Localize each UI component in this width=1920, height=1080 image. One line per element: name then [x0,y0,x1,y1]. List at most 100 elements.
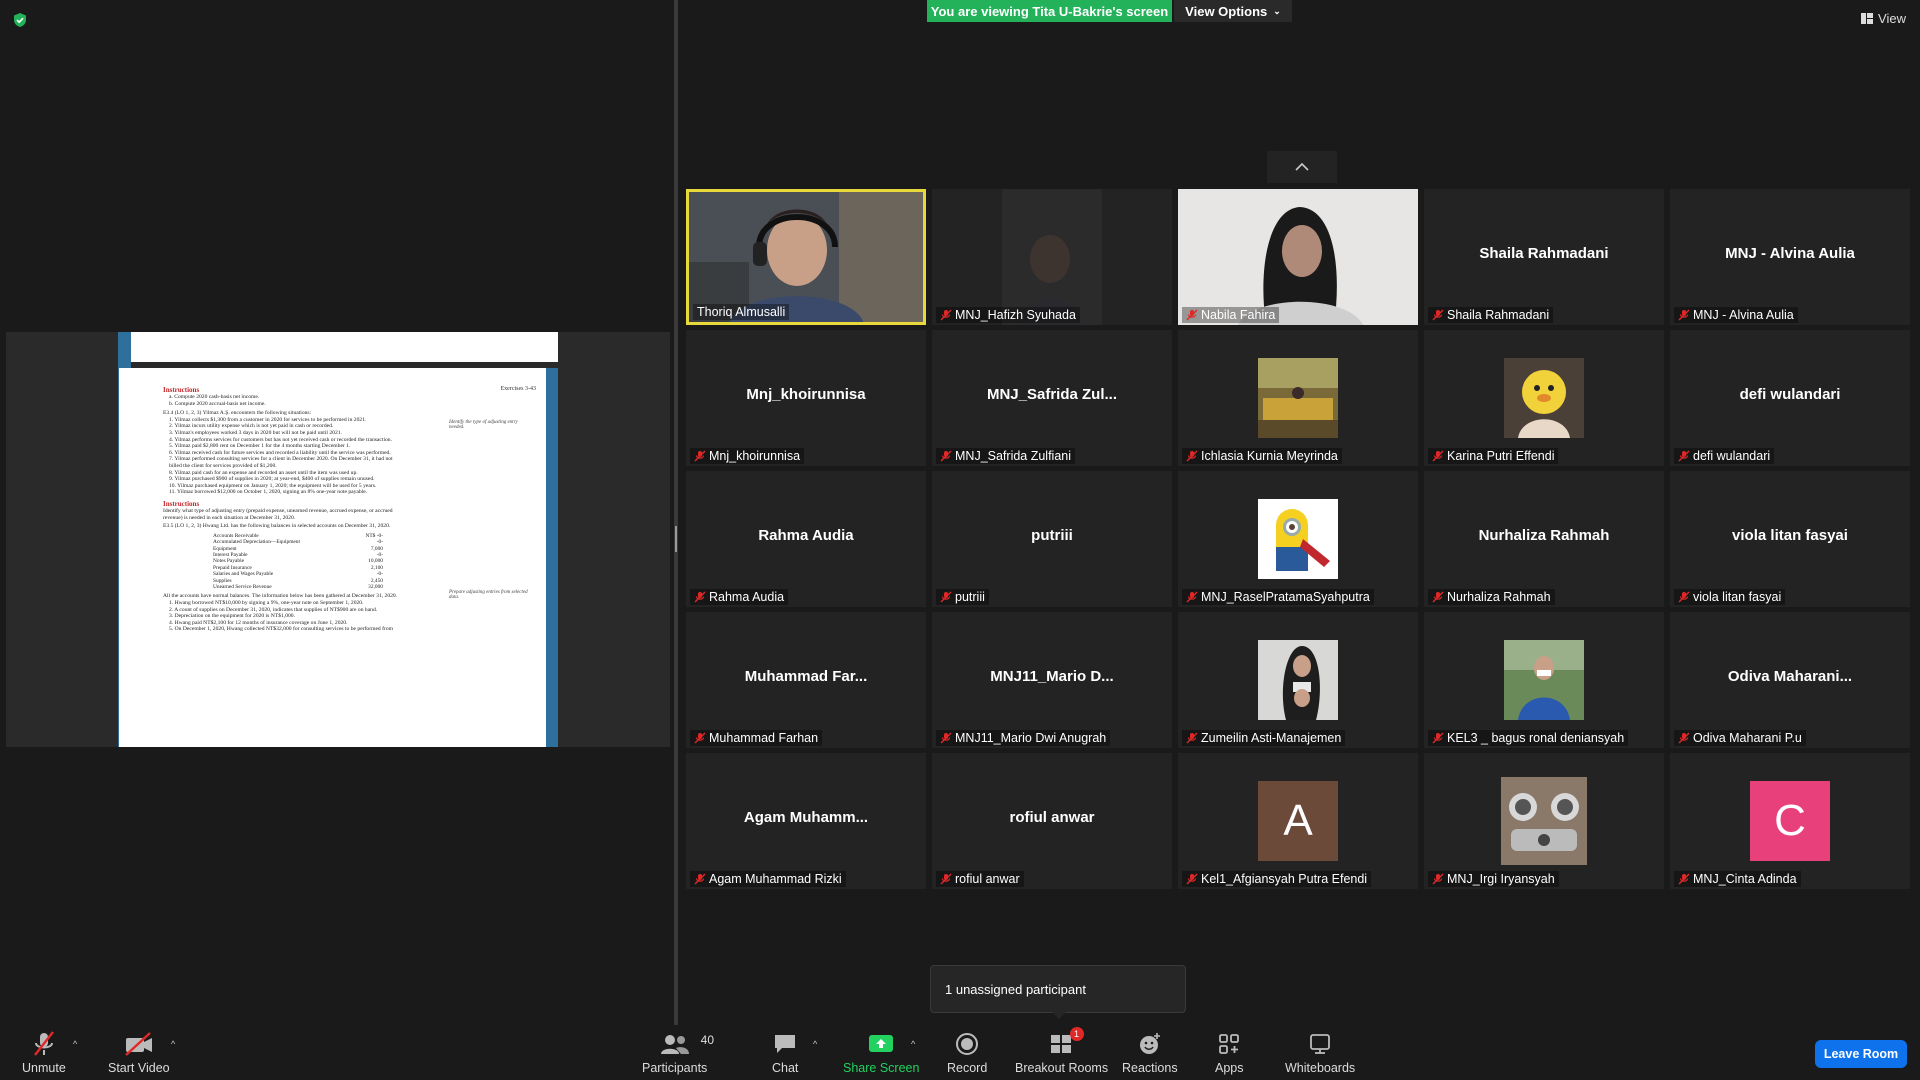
participant-tile[interactable]: Ichlasia Kurnia Meyrinda [1178,330,1418,466]
muted-mic-icon [31,1029,57,1059]
participant-photo [1258,358,1338,438]
start-video-button[interactable]: Start Video [108,1029,170,1075]
splitter-handle[interactable] [675,526,677,552]
participant-tile[interactable]: MNJ_Safrida Zul... MNJ_Safrida Zulfiani [932,330,1172,466]
participant-tile[interactable]: MNJ_Hafizh Syuhada [932,189,1172,325]
participant-name: Muhammad Farhan [709,731,819,745]
participant-name-label: viola litan fasyai [1674,589,1786,605]
participant-tile[interactable]: viola litan fasyai viola litan fasyai [1670,471,1910,607]
participant-tile[interactable]: Karina Putri Effendi [1424,330,1664,466]
participant-name: MNJ11_Mario Dwi Anugrah [955,731,1107,745]
participant-tile[interactable]: MNJ_Irgi Iryansyah [1424,753,1664,889]
participant-name: rofiul anwar [955,872,1020,886]
chat-button[interactable]: Chat [772,1029,798,1075]
tooltip-pointer [1052,1012,1066,1019]
pane-splitter[interactable] [674,0,678,1025]
participant-tile[interactable]: MNJ_RaselPratamaSyahputra [1178,471,1418,607]
document-line: Identify what type of adjusting entry (p… [163,507,393,514]
participant-tile[interactable]: MNJ - Alvina Aulia MNJ - Alvina Aulia [1670,189,1910,325]
chat-options-caret[interactable]: ^ [813,1039,817,1049]
participant-display-name: Odiva Maharani... [1727,668,1853,685]
participant-tile[interactable]: Rahma Audia Rahma Audia [686,471,926,607]
document-exercise-title: E3.4 (LO 1, 2, 3) Yilmaz A.Ş. encounters… [163,410,312,417]
participant-name-label: Zumeilin Asti-Manajemen [1182,730,1346,746]
participant-initial-avatar: C [1750,781,1830,861]
muted-mic-icon [1678,309,1690,321]
document-line: 10. Yilmaz purchased equipment on Januar… [169,482,377,489]
participant-tile[interactable]: Nurhaliza Rahmah Nurhaliza Rahmah [1424,471,1664,607]
view-options-button[interactable]: View Options ⌄ [1174,0,1292,22]
view-layout-button[interactable]: View [1861,11,1906,26]
participant-name: MNJ_Irgi Iryansyah [1447,872,1555,886]
participant-tile[interactable]: Mnj_khoirunnisa Mnj_khoirunnisa [686,330,926,466]
document-margin-note-2: Prepare adjusting entries from selected … [449,590,528,600]
unmute-button[interactable]: Unmute [22,1029,66,1075]
participant-name-label: MNJ - Alvina Aulia [1674,307,1798,323]
participant-name-label: MNJ_Safrida Zulfiani [936,448,1076,464]
document-line: 3. Depreciation on the equipment for 202… [169,613,295,620]
document-line: 1. Yilmaz collects $1,300 from a custome… [169,416,367,423]
muted-mic-icon [694,732,706,744]
participant-name-label: Ichlasia Kurnia Meyrinda [1182,448,1342,464]
participant-tile[interactable]: Odiva Maharani... Odiva Maharani P.u [1670,612,1910,748]
chevron-up-icon [1295,163,1309,171]
muted-mic-icon [1678,591,1690,603]
participants-button[interactable]: 40 Participants [642,1029,714,1075]
whiteboards-button[interactable]: Whiteboards [1285,1029,1355,1075]
video-off-icon [124,1029,154,1059]
participant-display-name: putriii [1031,527,1073,544]
participant-tile[interactable]: defi wulandari defi wulandari [1670,330,1910,466]
apps-icon [1218,1029,1240,1059]
participant-tile[interactable]: A Kel1_Afgiansyah Putra Efendi [1178,753,1418,889]
participant-display-name: MNJ_Safrida Zul... [986,386,1118,403]
reactions-label: Reactions [1122,1061,1178,1075]
shared-screen-pane[interactable]: Exercises 3-43 Instructions a. Compute 2… [6,332,670,747]
breakout-rooms-button[interactable]: 1 Breakout Rooms [1015,1027,1108,1075]
reactions-button[interactable]: Reactions [1122,1029,1178,1075]
participant-name-label: Agam Muhammad Rizki [690,871,846,887]
participant-display-name: Rahma Audia [758,527,854,544]
participant-name: Karina Putri Effendi [1447,449,1555,463]
participant-name-label: Muhammad Farhan [690,730,823,746]
participant-photo [1501,777,1587,865]
muted-mic-icon [694,591,706,603]
participant-tile[interactable]: Shaila Rahmadani Shaila Rahmadani [1424,189,1664,325]
participant-name: defi wulandari [1693,449,1771,463]
participant-name-label: defi wulandari [1674,448,1775,464]
participant-display-name: defi wulandari [1739,386,1841,403]
participant-tile[interactable]: Zumeilin Asti-Manajemen [1178,612,1418,748]
participant-tile[interactable]: Muhammad Far... Muhammad Farhan [686,612,926,748]
leave-room-button[interactable]: Leave Room [1815,1040,1907,1068]
participant-name: MNJ_Cinta Adinda [1693,872,1797,886]
participant-tile[interactable]: Agam Muhamm... Agam Muhammad Rizki [686,753,926,889]
participants-count: 40 [700,1033,715,1047]
share-options-caret[interactable]: ^ [911,1039,915,1049]
grid-view-icon [1861,13,1874,24]
participant-name: Nabila Fahira [1201,308,1276,322]
participant-photo [1504,358,1584,438]
participant-name-label: rofiul anwar [936,871,1024,887]
share-screen-button[interactable]: Share Screen [843,1029,919,1075]
document-line: All the accounts have normal balances. T… [163,593,398,600]
participant-tile[interactable]: putriii putriii [932,471,1172,607]
video-options-caret[interactable]: ^ [171,1039,175,1049]
participant-tile[interactable]: C MNJ_Cinta Adinda [1670,753,1910,889]
muted-mic-icon [1186,732,1198,744]
encryption-shield-icon[interactable] [12,12,28,28]
share-screen-icon [868,1029,894,1059]
participant-tile[interactable]: rofiul anwar rofiul anwar [932,753,1172,889]
muted-mic-icon [1186,309,1198,321]
participant-tile[interactable]: Nabila Fahira [1178,189,1418,325]
document-lines-1: a. Compute 2020 cash-basis net income. b… [163,394,534,407]
unmute-label: Unmute [22,1061,66,1075]
participant-tile[interactable]: Thoriq Almusalli [686,189,926,325]
shared-document-page: Exercises 3-43 Instructions a. Compute 2… [119,368,546,747]
audio-options-caret[interactable]: ^ [73,1039,77,1049]
record-button[interactable]: Record [947,1029,987,1075]
participant-name: MNJ_Hafizh Syuhada [955,308,1076,322]
chat-bubble-icon [773,1029,797,1059]
gallery-scroll-up-button[interactable] [1267,151,1337,183]
apps-button[interactable]: Apps [1215,1029,1244,1075]
participant-tile[interactable]: MNJ11_Mario D... MNJ11_Mario Dwi Anugrah [932,612,1172,748]
participant-tile[interactable]: KEL3 _ bagus ronal deniansyah [1424,612,1664,748]
